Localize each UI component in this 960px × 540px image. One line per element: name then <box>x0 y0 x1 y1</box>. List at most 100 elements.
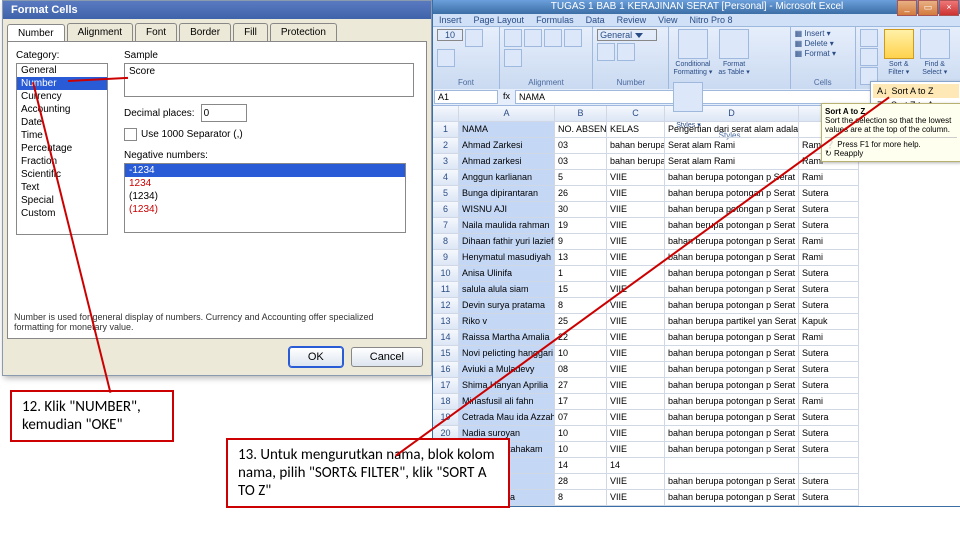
bold-icon[interactable] <box>465 29 483 47</box>
negative-item[interactable]: -1234 <box>125 164 405 177</box>
cell[interactable]: bahan berupa potongan p Serat alam <box>665 298 799 314</box>
cell[interactable] <box>799 458 859 474</box>
cell[interactable]: Sutera <box>799 202 859 218</box>
align-icon[interactable] <box>544 29 562 47</box>
cell[interactable]: bahan berupa potongan p Serat alam <box>665 410 799 426</box>
category-item[interactable]: General <box>17 64 107 77</box>
category-item[interactable]: Text <box>17 181 107 194</box>
cell[interactable]: VIIE <box>607 186 665 202</box>
cell[interactable]: Naila maulida rahman <box>459 218 555 234</box>
cell[interactable]: Sutera <box>799 490 859 506</box>
italic-icon[interactable] <box>437 49 455 67</box>
cell[interactable]: Ahmad zarkesi <box>459 154 555 170</box>
ribbon-tab[interactable]: View <box>658 15 677 25</box>
cell[interactable]: 12 <box>433 298 459 314</box>
cell[interactable]: Sutera <box>799 186 859 202</box>
find-select-button[interactable]: Find &Select ▾ <box>920 29 950 85</box>
cell[interactable]: Rami <box>799 394 859 410</box>
category-item[interactable]: Percentage <box>17 142 107 155</box>
cell[interactable]: bahan berupa potongan p Serat alam <box>665 362 799 378</box>
cell[interactable]: VIIE <box>607 234 665 250</box>
cell[interactable]: 19 <box>555 218 607 234</box>
wrap-icon[interactable] <box>564 29 582 47</box>
cell[interactable]: Kapuk <box>799 314 859 330</box>
negative-item[interactable]: (1234) <box>125 203 405 216</box>
cell[interactable]: VIIE <box>607 314 665 330</box>
tab-number[interactable]: Number <box>7 24 65 42</box>
ok-button[interactable]: OK <box>289 347 343 367</box>
cell[interactable]: bahan berupa potongan p Serat alam <box>665 218 799 234</box>
category-item[interactable]: Accounting <box>17 103 107 116</box>
ribbon-tab[interactable]: Formulas <box>536 15 574 25</box>
cell[interactable]: Sutera <box>799 266 859 282</box>
cell[interactable]: Riko v <box>459 314 555 330</box>
name-box[interactable]: A1 <box>434 90 498 104</box>
cell[interactable]: 18 <box>433 394 459 410</box>
maximize-button[interactable]: ▭ <box>918 0 938 16</box>
ribbon-tab[interactable]: Data <box>586 15 605 25</box>
cell[interactable]: 15 <box>555 282 607 298</box>
cell[interactable]: bahan berupa potongan p Serat alam <box>665 282 799 298</box>
cell[interactable]: VIIE <box>607 426 665 442</box>
cell[interactable]: bahan berupa potongan p Serat alam <box>665 234 799 250</box>
fill-icon[interactable] <box>860 48 878 66</box>
cell[interactable]: KELAS <box>607 122 665 138</box>
cell[interactable]: 1 <box>555 266 607 282</box>
cell[interactable]: bahan berupa partikel yan Serat alam <box>665 314 799 330</box>
cell[interactable]: bahan berupa potongan p Serat alam <box>665 378 799 394</box>
cell[interactable]: VIIE <box>607 298 665 314</box>
insert-button[interactable]: ▦ Insert ▾ <box>795 29 851 38</box>
cell[interactable]: Sutera <box>799 426 859 442</box>
category-item[interactable]: Time <box>17 129 107 142</box>
cell[interactable]: Sutera <box>799 474 859 490</box>
autosum-icon[interactable] <box>860 29 878 47</box>
category-item[interactable]: Fraction <box>17 155 107 168</box>
number-format-box[interactable]: General <box>597 29 657 41</box>
tooltip-reapply[interactable]: ↻ Reapply <box>825 149 957 158</box>
cell[interactable]: Rami <box>799 234 859 250</box>
percent-icon[interactable] <box>617 43 635 61</box>
tab-protection[interactable]: Protection <box>270 23 337 41</box>
cell[interactable]: Anisa Ulinifa <box>459 266 555 282</box>
cell[interactable]: 3 <box>433 154 459 170</box>
cell[interactable]: VIIE <box>607 490 665 506</box>
thousand-separator-row[interactable]: Use 1000 Separator (,) <box>124 128 243 141</box>
cell[interactable]: VIIE <box>607 474 665 490</box>
cell[interactable]: 14 <box>555 458 607 474</box>
align-icon[interactable] <box>524 29 542 47</box>
cell[interactable]: 8 <box>433 234 459 250</box>
cell[interactable]: VIIE <box>607 346 665 362</box>
cell[interactable]: 4 <box>433 170 459 186</box>
cell[interactable]: 03 <box>555 138 607 154</box>
tooltip-help[interactable]: ❔ Press F1 for more help. <box>825 137 957 149</box>
cell[interactable]: 5 <box>555 170 607 186</box>
cell[interactable]: bahan berupa potongan p Serat alam <box>665 394 799 410</box>
cell[interactable]: Serat alam Rami <box>665 138 799 154</box>
currency-icon[interactable] <box>597 43 615 61</box>
cell[interactable]: Sutera <box>799 346 859 362</box>
cell[interactable]: 13 <box>433 314 459 330</box>
cell[interactable]: Sutera <box>799 362 859 378</box>
cell[interactable]: Sutera <box>799 282 859 298</box>
cell[interactable]: bahan berupa potongan p Serat alam <box>665 490 799 506</box>
cell[interactable]: VIIE <box>607 202 665 218</box>
category-item[interactable]: Date <box>17 116 107 129</box>
cell[interactable]: Sutera <box>799 298 859 314</box>
tab-border[interactable]: Border <box>179 23 231 41</box>
cell[interactable]: VIIE <box>607 170 665 186</box>
cell[interactable]: 07 <box>555 410 607 426</box>
cell[interactable]: Rami <box>799 170 859 186</box>
cell[interactable]: Raissa Martha Amalia <box>459 330 555 346</box>
cell[interactable]: 8 <box>555 490 607 506</box>
cell[interactable]: Shima Hanyan Aprilia <box>459 378 555 394</box>
format-button[interactable]: ▦ Format ▾ <box>795 49 851 58</box>
tab-fill[interactable]: Fill <box>233 23 268 41</box>
cell[interactable]: NAMA <box>459 122 555 138</box>
cell[interactable]: Sutera <box>799 378 859 394</box>
cell[interactable]: B <box>555 106 607 122</box>
cell[interactable]: Bunga dipirantaran <box>459 186 555 202</box>
cell[interactable]: 10 <box>555 346 607 362</box>
align-icon[interactable] <box>504 29 522 47</box>
cell[interactable]: Ahmad Zarkesi <box>459 138 555 154</box>
cell[interactable]: bahan berupa potongan p Serat alam <box>665 266 799 282</box>
